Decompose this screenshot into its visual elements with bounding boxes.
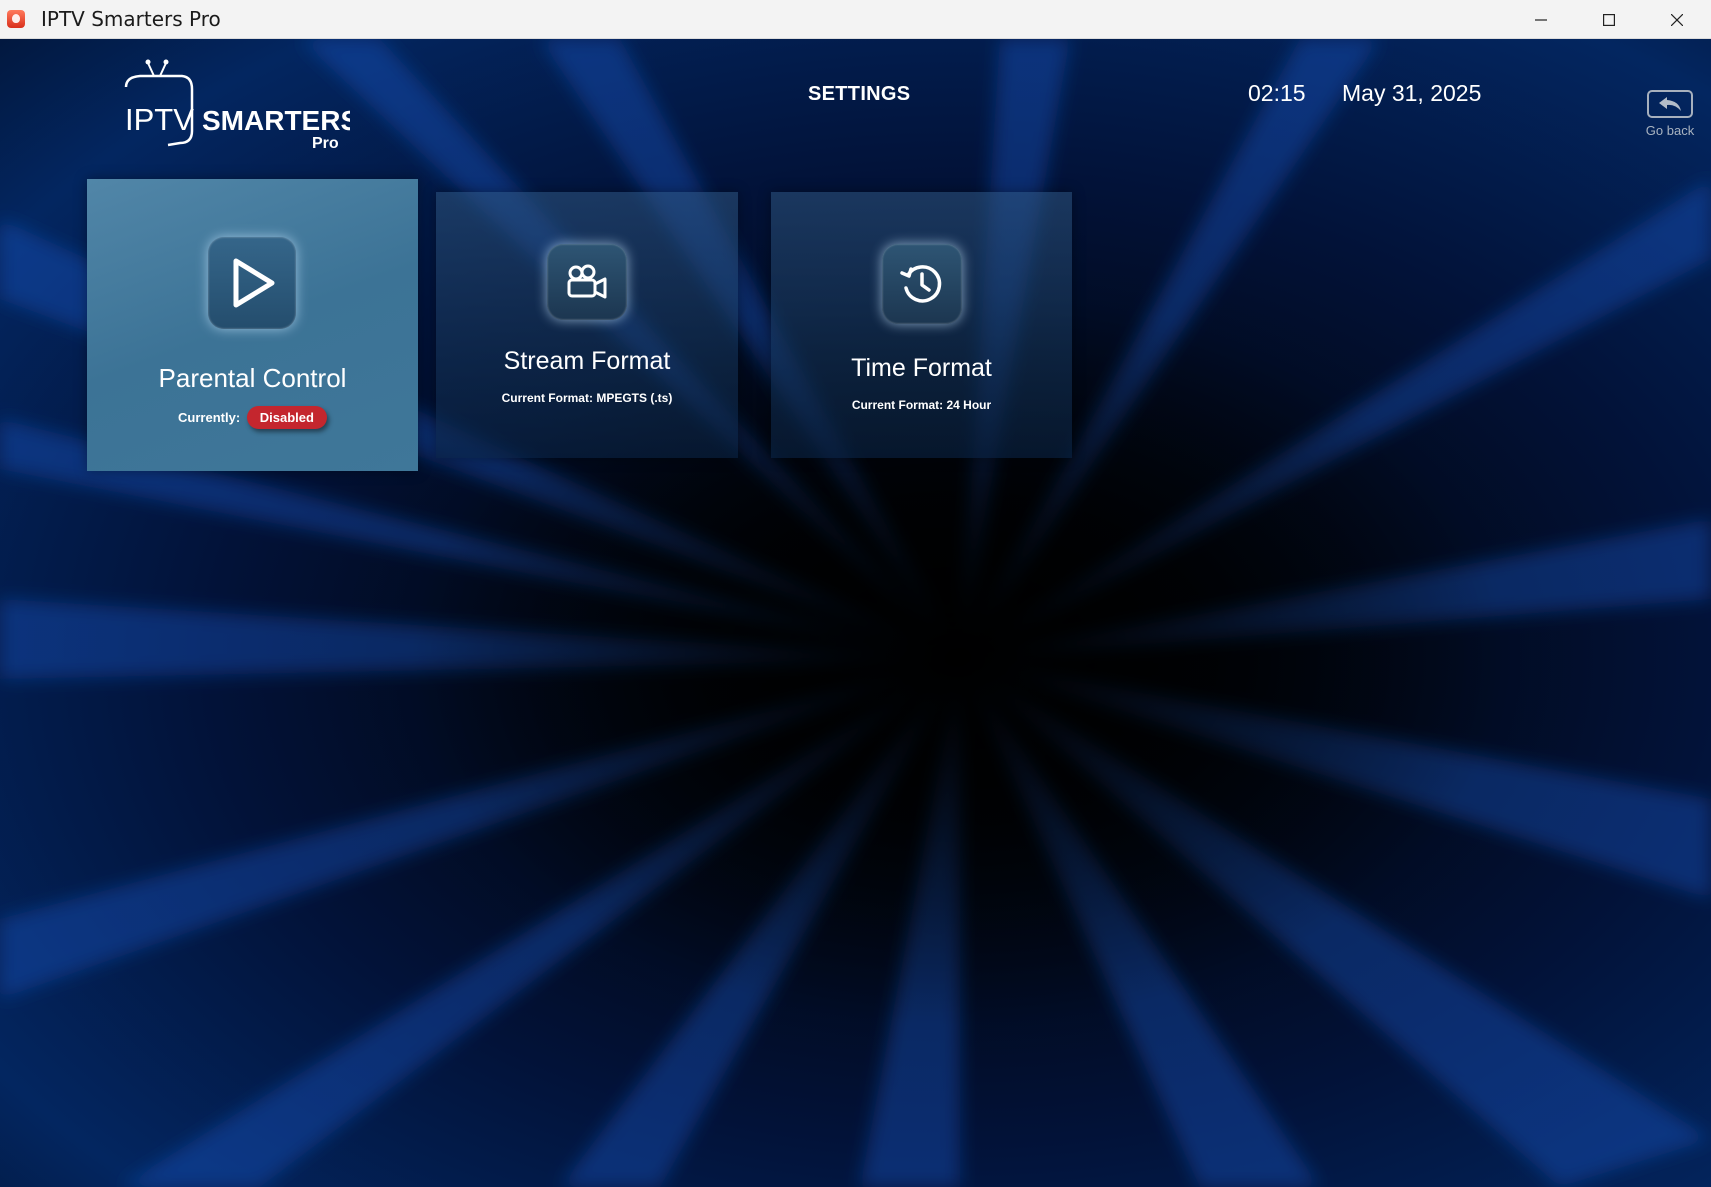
go-back-button[interactable]: Go back xyxy=(1642,90,1698,138)
svg-text:IPTV: IPTV xyxy=(125,102,194,137)
page-title: SETTINGS xyxy=(808,83,911,105)
current-date: May 31, 2025 xyxy=(1342,80,1482,106)
time-format-card[interactable]: Time Format Current Format: 24 Hour xyxy=(771,192,1072,458)
stream-format-title: Stream Format xyxy=(503,347,671,375)
reply-arrow-icon xyxy=(1659,97,1681,111)
parental-control-icon-tile xyxy=(208,237,296,329)
clock-history-icon xyxy=(900,265,942,303)
stream-format-icon-tile xyxy=(547,244,627,320)
stream-format-card[interactable]: Stream Format Current Format: MPEGTS (.t… xyxy=(436,192,738,458)
maximize-icon xyxy=(1603,13,1615,26)
format-value: 24 Hour xyxy=(946,398,992,412)
app-main: IPTV SMARTERS Pro SETTINGS 02:15 May 31,… xyxy=(0,39,1711,1187)
clock-time: 02:15 xyxy=(1248,80,1306,106)
time-format-current: Current Format: 24 Hour xyxy=(771,398,1072,412)
format-label: Current Format: xyxy=(851,398,944,412)
time-format-icon-tile xyxy=(882,244,962,324)
time-format-title: Time Format xyxy=(851,354,992,382)
iptv-smarters-logo: IPTV SMARTERS Pro xyxy=(124,59,350,152)
play-icon xyxy=(233,258,275,308)
svg-text:SMARTERS: SMARTERS xyxy=(202,105,350,136)
stream-format-current: Current Format: MPEGTS (.ts) xyxy=(436,391,738,405)
format-label: Current Format: xyxy=(501,391,593,405)
parental-control-title: Parental Control xyxy=(158,363,347,393)
window-controls xyxy=(1507,0,1711,39)
parental-control-status: Currently: Disabled xyxy=(87,406,418,429)
window-title: IPTV Smarters Pro xyxy=(41,7,221,31)
close-button[interactable] xyxy=(1643,0,1711,39)
format-value: MPEGTS (.ts) xyxy=(596,391,673,405)
minimize-button[interactable] xyxy=(1507,0,1575,39)
maximize-button[interactable] xyxy=(1575,0,1643,39)
parental-control-card[interactable]: Parental Control Currently: Disabled xyxy=(87,179,418,471)
minimize-icon xyxy=(1535,18,1547,21)
status-label: Currently: xyxy=(178,410,241,425)
window-titlebar: IPTV Smarters Pro xyxy=(0,0,1711,39)
video-camera-icon xyxy=(567,264,607,299)
status-badge: Disabled xyxy=(246,406,327,429)
go-back-label: Go back xyxy=(1645,123,1695,138)
close-icon xyxy=(1671,13,1683,26)
app-icon xyxy=(7,10,25,28)
go-back-box xyxy=(1647,90,1693,118)
svg-text:Pro: Pro xyxy=(312,135,339,152)
